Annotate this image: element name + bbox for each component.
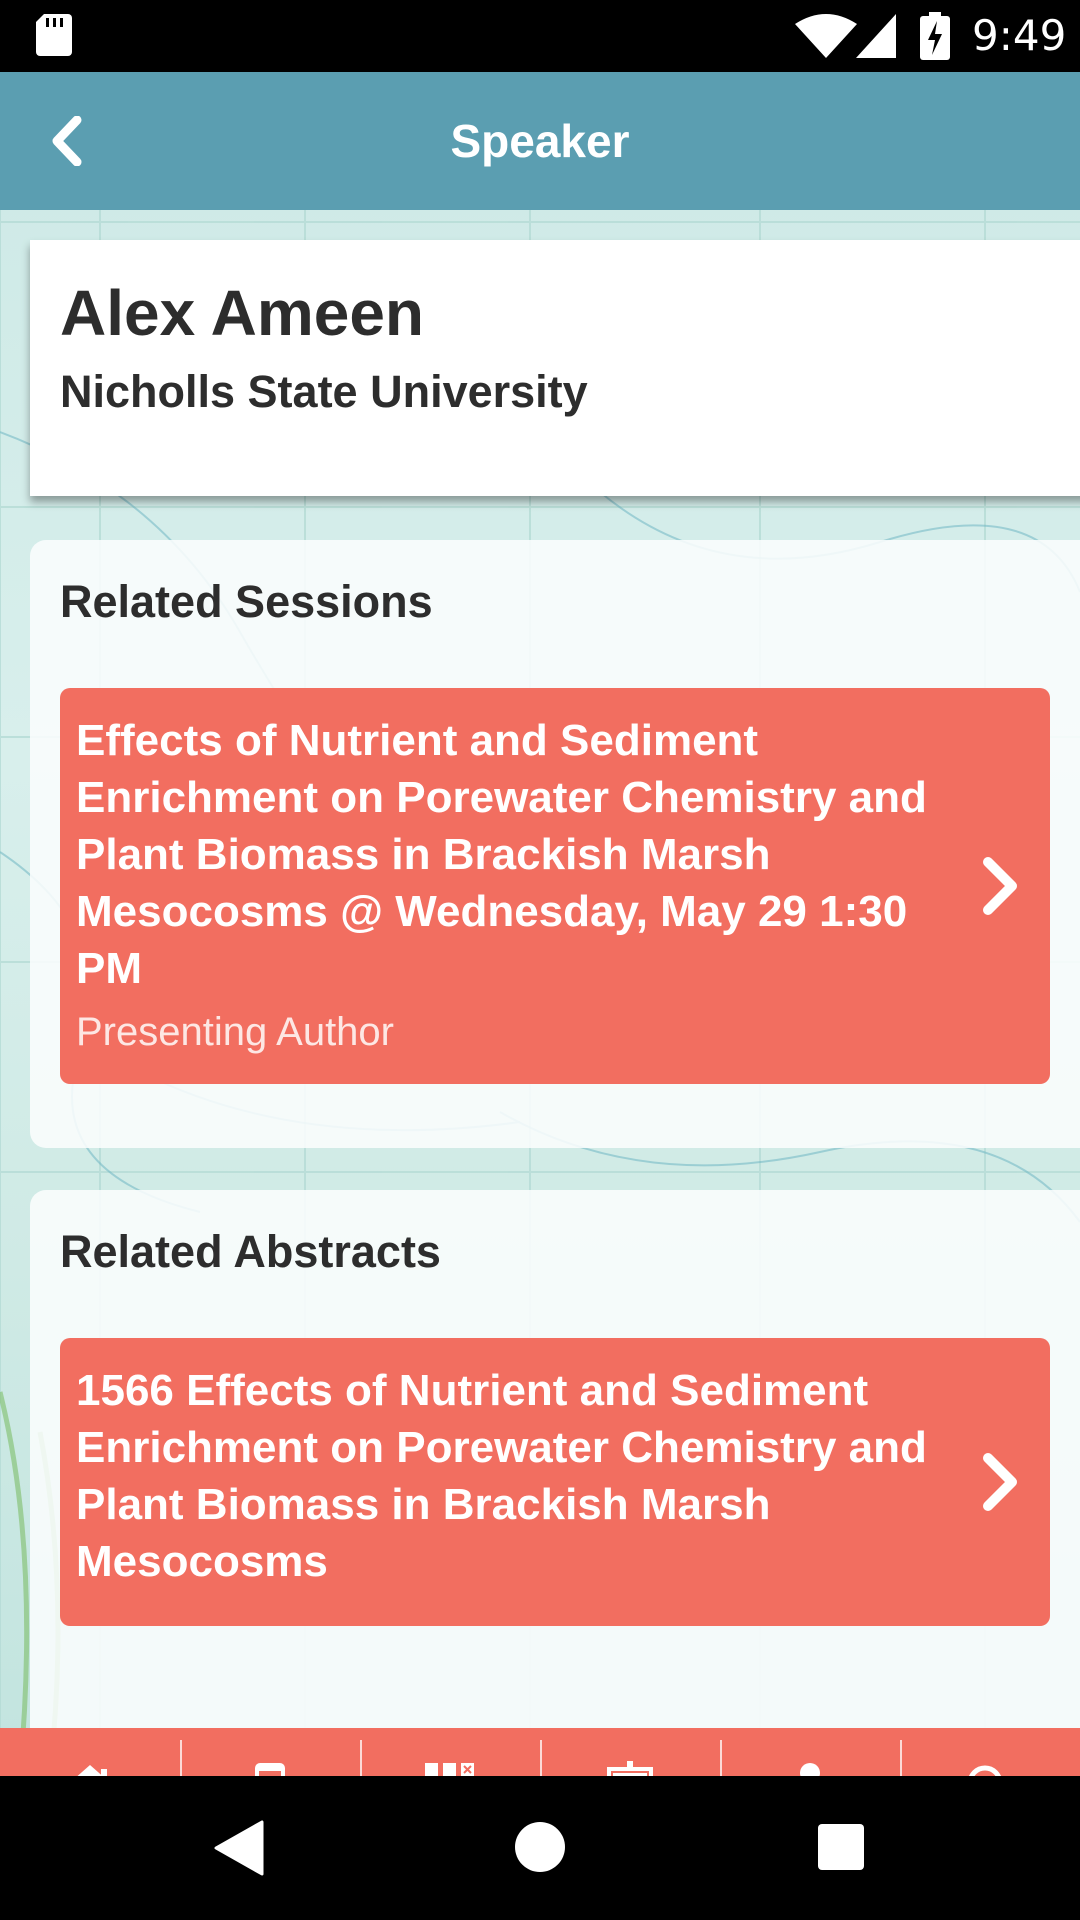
nav-recents-icon[interactable] xyxy=(818,1824,864,1870)
presentation-icon xyxy=(607,1761,653,1776)
tab-phone[interactable] xyxy=(180,1728,360,1776)
page-title: Speaker xyxy=(450,115,630,167)
speaker-icon xyxy=(800,1763,820,1776)
session-role: Presenting Author xyxy=(76,1010,394,1054)
sd-card-icon xyxy=(36,14,72,56)
app-screen: Speaker Alex Ameen Nicholls State Univer… xyxy=(0,72,1080,1776)
app-header: Speaker xyxy=(0,72,1080,210)
speaker-organization: Nicholls State University xyxy=(60,366,588,417)
chevron-right-icon xyxy=(983,857,1017,915)
grid-icon xyxy=(425,1763,474,1776)
tab-search[interactable] xyxy=(900,1728,1080,1776)
abstract-list-item[interactable]: 1566 Effects of Nutrient and Sediment En… xyxy=(60,1338,1050,1626)
session-title: Effects of Nutrient and Sediment Enrichm… xyxy=(76,716,927,993)
phone-icon xyxy=(255,1763,285,1776)
nav-back-icon[interactable] xyxy=(214,1820,264,1876)
abstract-title: 1566 Effects of Nutrient and Sediment En… xyxy=(76,1366,927,1586)
section-title: Related Sessions xyxy=(60,576,433,627)
status-time: 9:49 xyxy=(972,11,1067,60)
status-bar: 9:49 xyxy=(0,0,1080,72)
tab-speakers[interactable] xyxy=(720,1728,900,1776)
nav-home-icon[interactable] xyxy=(515,1822,565,1872)
bottom-tab-bar xyxy=(0,1728,1080,1776)
tab-agenda-grid[interactable] xyxy=(360,1728,540,1776)
related-abstracts-section: Related Abstracts 1566 Effects of Nutrie… xyxy=(30,1190,1080,1776)
home-icon xyxy=(77,1765,107,1776)
chevron-right-icon xyxy=(983,1453,1017,1511)
search-icon xyxy=(968,1765,1002,1776)
tab-sessions[interactable] xyxy=(540,1728,720,1776)
battery-charging-icon xyxy=(920,12,950,60)
section-title: Related Abstracts xyxy=(60,1226,441,1277)
speaker-name: Alex Ameen xyxy=(60,277,424,349)
wifi-icon xyxy=(795,14,857,58)
speaker-card: Alex Ameen Nicholls State University xyxy=(30,240,1080,496)
signal-icon xyxy=(856,14,896,58)
system-nav-bar xyxy=(0,1776,1080,1920)
tab-home[interactable] xyxy=(0,1728,180,1776)
session-list-item[interactable]: Effects of Nutrient and Sediment Enrichm… xyxy=(60,688,1050,1084)
related-sessions-section: Related Sessions Effects of Nutrient and… xyxy=(30,540,1080,1148)
